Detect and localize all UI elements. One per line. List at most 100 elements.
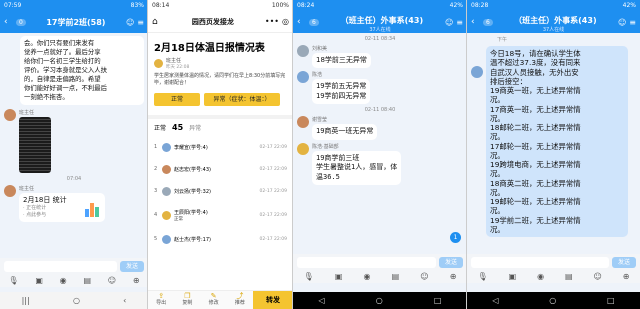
message-input[interactable] bbox=[4, 260, 117, 272]
message-bubble[interactable]: 今日18号，请在确认学生体 温不超过37.3度，没有同来 自武汉人员接触，无外出… bbox=[486, 46, 628, 237]
abnormal-button[interactable]: 异常（症状：体温：） bbox=[204, 93, 280, 106]
recommend-button[interactable]: ⤴ 推荐 bbox=[227, 293, 253, 306]
avatar[interactable] bbox=[297, 116, 309, 129]
back-arrow-icon[interactable]: ‹ bbox=[4, 17, 16, 27]
message-row: 会。你们只有要们来发有 觉养一点就好了。最后分享 给你们一名初三学生给打的 评价… bbox=[0, 33, 148, 105]
image-icon[interactable]: ▣ bbox=[335, 272, 343, 281]
recents-icon[interactable]: ||| bbox=[22, 296, 30, 305]
avatar[interactable] bbox=[4, 108, 16, 121]
avatar[interactable] bbox=[471, 66, 483, 78]
plus-icon[interactable]: ⊕ bbox=[133, 276, 140, 285]
plus-icon[interactable]: ⊕ bbox=[623, 272, 630, 281]
close-circle-icon[interactable]: ◎ bbox=[282, 17, 289, 26]
plus-icon[interactable]: ⊕ bbox=[450, 272, 457, 281]
stat-card[interactable]: 2月18日 统计 · 正在统计 · 点此参与 bbox=[19, 192, 105, 222]
avatar bbox=[162, 186, 171, 196]
chat-title: （班主任）外事系(43) bbox=[340, 15, 424, 25]
status-bar: 08:28 42% bbox=[467, 0, 640, 11]
send-button[interactable]: 发送 bbox=[120, 260, 144, 272]
list-item[interactable]: 2 赵志宏(学号:43) 02-17 22:09 bbox=[148, 158, 293, 180]
system-nav: ||| ○ ‹ bbox=[0, 292, 148, 309]
message-row: 刘和美 18学前三无异常 bbox=[293, 45, 467, 69]
camera-icon[interactable]: ◉ bbox=[363, 272, 370, 281]
edit-button[interactable]: ✎ 修改 bbox=[201, 293, 227, 306]
message-input[interactable] bbox=[297, 256, 436, 268]
list-item[interactable]: 5 赵士杰(学号:17) 02-17 22:09 bbox=[148, 228, 293, 250]
file-icon[interactable]: ▤ bbox=[392, 272, 400, 281]
list-item[interactable]: 3 刘云扬(学号:32) 02-17 22:09 bbox=[148, 180, 293, 202]
message-row: 今日18号，请在确认学生体 温不超过37.3度，没有同来 自武汉人员接触，无外出… bbox=[467, 46, 640, 237]
timestamp: 02-11 08:40 bbox=[364, 107, 396, 114]
menu-icon[interactable]: ≡ bbox=[137, 18, 144, 27]
export-button[interactable]: ⇪ 导出 bbox=[148, 293, 174, 306]
normal-count: 45 bbox=[172, 123, 184, 132]
home-icon[interactable]: ○ bbox=[73, 296, 80, 305]
battery-level: 42% bbox=[622, 2, 636, 9]
unread-badge[interactable]: 0 bbox=[16, 18, 26, 26]
home-icon[interactable]: ○ bbox=[549, 296, 556, 305]
emoji-icon[interactable]: ☺ bbox=[420, 272, 428, 281]
recents-icon[interactable]: □ bbox=[607, 296, 615, 305]
message-bubble[interactable]: 19商英一班无异常 bbox=[312, 124, 378, 140]
mic-icon[interactable]: 🎙 bbox=[8, 276, 18, 285]
send-button[interactable]: 发送 bbox=[612, 256, 636, 268]
description: 学生居家测量体温的情况，请同学们在早上8:30分前填写完毕，谢谢配合！ bbox=[154, 73, 286, 86]
image-message[interactable] bbox=[19, 116, 51, 173]
timestamp: 02-11 08:34 bbox=[364, 36, 396, 42]
battery-level: 100% bbox=[271, 2, 289, 9]
chat-toolbar: 🎙 ▣ ◉ ▤ ☺ ⊕ bbox=[467, 270, 640, 283]
online-count: 37人在线 bbox=[369, 27, 391, 33]
tab-normal[interactable]: 正常 bbox=[154, 123, 166, 132]
message-bubble[interactable]: 19商学前三班 学生暑整说1人，感冒，体 温36.5 bbox=[312, 150, 402, 186]
message-bubble[interactable]: 18学前三无异常 bbox=[312, 53, 371, 69]
message-row: 班主任 2月18日 统计 · 正在统计 · 点此参与 bbox=[0, 184, 148, 222]
mini-app-header: ⌂ 园西页发接龙 ••• ◎ bbox=[148, 11, 293, 33]
status-time: 08:24 bbox=[297, 2, 315, 9]
chat-screen-1: 07:59 83% ‹ 0 17学前2班(58) ☺ ≡ 会。你们只有要们来发有… bbox=[0, 0, 148, 309]
card-title: 2月18日 统计 bbox=[23, 195, 67, 204]
online-count: 37人在线 bbox=[542, 27, 565, 33]
back-icon[interactable]: ‹ bbox=[123, 296, 126, 305]
recents-icon[interactable]: □ bbox=[434, 296, 442, 305]
emoji-icon[interactable]: ☺ bbox=[593, 272, 601, 281]
message-bubble[interactable]: 19学前五无异常 19学前四无异常 bbox=[312, 79, 371, 105]
camera-icon[interactable]: ◉ bbox=[60, 276, 67, 285]
home-icon[interactable]: ⌂ bbox=[152, 17, 164, 27]
normal-button[interactable]: 正常 bbox=[154, 93, 200, 106]
mic-icon[interactable]: 🎙 bbox=[477, 272, 487, 281]
image-icon[interactable]: ▣ bbox=[35, 276, 43, 285]
input-bar: 发送 bbox=[293, 254, 467, 270]
avatar[interactable] bbox=[297, 142, 309, 155]
file-icon[interactable]: ▤ bbox=[565, 272, 573, 281]
list-item[interactable]: 4 王辰阳(学号:4) 正常 02-17 22:09 bbox=[148, 202, 293, 228]
camera-icon[interactable]: ◉ bbox=[537, 272, 544, 281]
unread-badge[interactable]: 6 bbox=[309, 18, 319, 26]
avatar[interactable] bbox=[4, 184, 16, 197]
person-icon[interactable]: ☺ bbox=[126, 18, 134, 27]
image-icon[interactable]: ▣ bbox=[509, 272, 517, 281]
more-icon[interactable]: ••• bbox=[265, 17, 279, 26]
bottom-action-bar: ⇪ 导出 ❐ 复制 ✎ 修改 ⤴ 推荐 转发 bbox=[148, 290, 293, 309]
back-icon[interactable]: ◁ bbox=[492, 296, 498, 305]
home-icon[interactable]: ○ bbox=[376, 296, 383, 305]
author-block: 班主任 昨天 22:08 bbox=[148, 57, 293, 70]
mic-icon[interactable]: 🎙 bbox=[304, 272, 314, 281]
status-time: 08:28 bbox=[471, 2, 489, 9]
unread-badge[interactable]: 6 bbox=[483, 18, 493, 26]
avatar[interactable] bbox=[297, 71, 309, 84]
sender-name: 谢雪莹 bbox=[312, 117, 328, 124]
avatar[interactable] bbox=[297, 45, 309, 57]
forward-button[interactable]: 转发 bbox=[253, 290, 293, 309]
send-button[interactable]: 发送 bbox=[439, 256, 463, 268]
message-bubble[interactable]: 会。你们只有要们来发有 觉养一点就好了。最后分享 给你们一名初三学生给打的 评价… bbox=[20, 36, 144, 105]
message-input[interactable] bbox=[471, 256, 609, 268]
copy-button[interactable]: ❐ 复制 bbox=[174, 293, 200, 306]
input-bar: 发送 bbox=[0, 258, 148, 274]
tab-abnormal[interactable]: 异常 bbox=[189, 123, 201, 132]
new-message-badge[interactable]: 1 bbox=[450, 232, 461, 243]
file-icon[interactable]: ▤ bbox=[83, 276, 91, 285]
back-icon[interactable]: ◁ bbox=[319, 296, 325, 305]
emoji-icon[interactable]: ☺ bbox=[108, 276, 116, 285]
chat-header: ‹ 6 （班主任）外事系(43) 37人在线 ☺ ≡ bbox=[467, 11, 640, 33]
list-item[interactable]: 1 李耀宣(学号:4) 02-17 22:09 bbox=[148, 136, 293, 158]
